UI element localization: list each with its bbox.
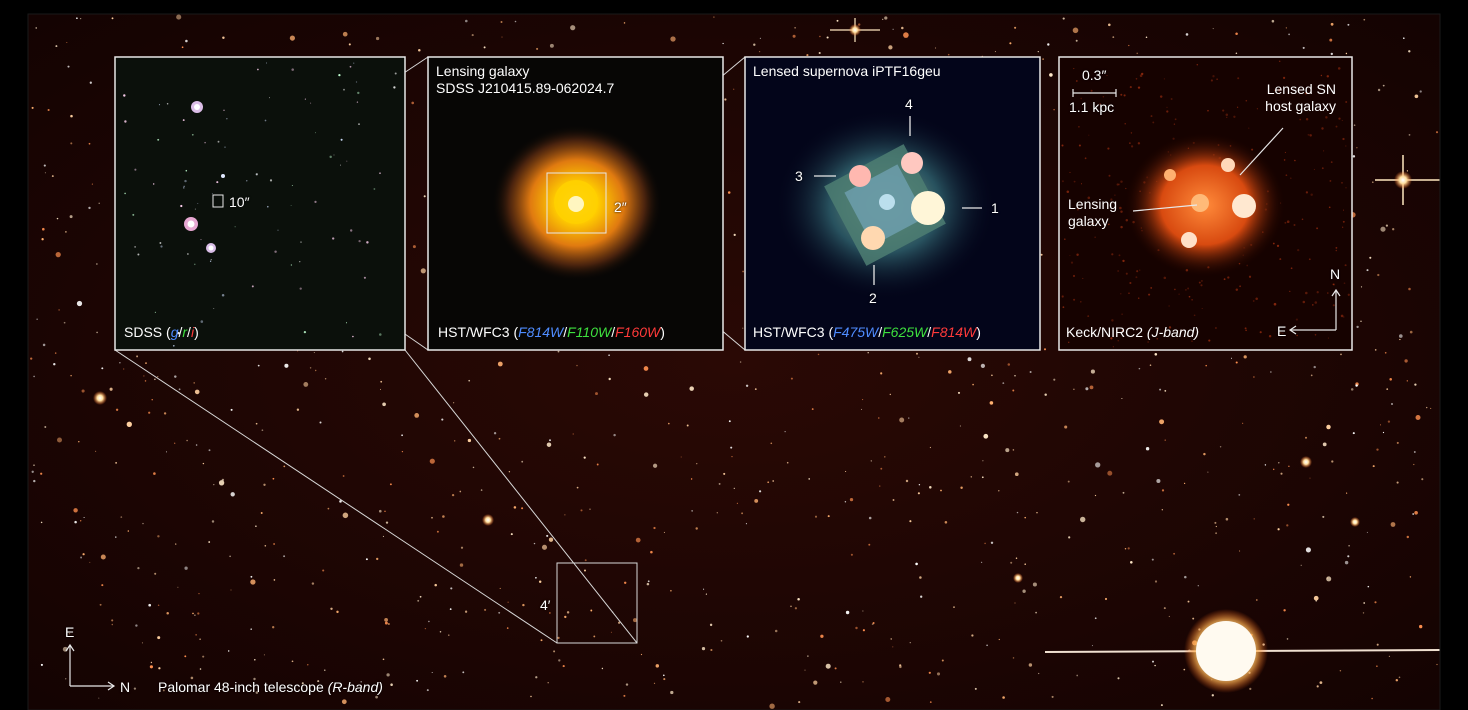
keck-compass-n: N: [1330, 266, 1341, 282]
sn-image-3: [849, 165, 871, 187]
palomar-caption: Palomar 48-inch telescope (R-band): [158, 679, 383, 695]
hst-panel-title: Lensing galaxy SDSS J210415.89-062024.7: [436, 63, 615, 96]
sn-image-2: [861, 226, 885, 250]
bright-star-lower-right: [1350, 517, 1360, 527]
hst-wfc3-ir-caption: HST/WFC3 (F814W/F110W/F160W): [438, 324, 665, 340]
hst-wfc3-uvis-caption: HST/WFC3 (F475W/F625W/F814W): [753, 324, 981, 340]
hst-lensing-galaxy-panel: [427, 56, 724, 351]
bright-star-mid-right: [1300, 456, 1312, 468]
host-galaxy-label: Lensed SN host galaxy: [1265, 81, 1336, 114]
sn-image-1: [911, 191, 945, 225]
sdss-scale-label: 10″: [229, 194, 250, 210]
sdss-caption: SDSS (g/r/i): [124, 324, 199, 340]
bright-star-left: [93, 391, 107, 405]
sn-panel-title: Lensed supernova iPTF16geu: [753, 63, 941, 79]
keck-scale-kpc: 1.1 kpc: [1069, 99, 1115, 115]
bright-star-center: [482, 514, 494, 526]
keck-compass-e: E: [1277, 323, 1287, 339]
sn-image-label-3: 3: [795, 168, 803, 184]
sn-image-label-2: 2: [869, 290, 877, 306]
sn-image-label-4: 4: [905, 96, 913, 112]
sdss-panel: [114, 56, 406, 351]
sn-image-4: [901, 152, 923, 174]
main-compass-e: E: [65, 624, 75, 640]
hst-scale-label: 2″: [614, 199, 627, 215]
sn-image-label-1: 1: [991, 200, 999, 216]
main-scale-box-label: 4′: [540, 597, 551, 613]
lensing-galaxy-label: Lensing galaxy: [1068, 196, 1118, 229]
palomar-star-field: [27, 13, 1441, 710]
main-compass-n: N: [120, 679, 131, 695]
keck-caption: Keck/NIRC2 (J-band): [1066, 324, 1200, 340]
keck-scale-arcsec: 0.3″: [1082, 67, 1107, 83]
bright-star-lower: [1013, 573, 1023, 583]
